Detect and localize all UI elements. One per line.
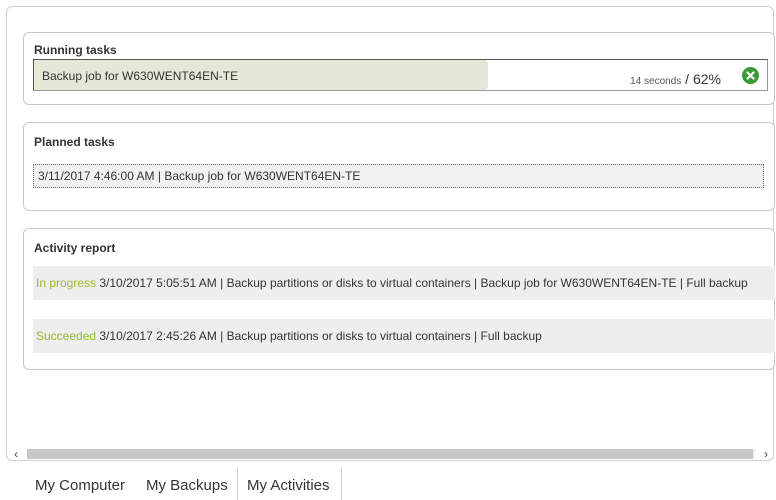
tab-my-backups[interactable]: My Backups (146, 468, 228, 500)
status-succeeded: Succeeded (36, 329, 97, 343)
activity-detail: 3/10/2017 5:05:51 AM | Backup partitions… (96, 276, 748, 290)
task-progress-bar: Backup job for W630WENT64EN-TE 14 second… (33, 59, 768, 91)
bottom-tab-bar: My Computer My Backups My Activities (0, 468, 776, 500)
horizontal-scrollbar[interactable]: ‹ › (7, 447, 775, 461)
running-tasks-panel: Running tasks Backup job for W630WENT64E… (23, 32, 775, 105)
activity-row[interactable]: In progress 3/10/2017 5:05:51 AM | Backu… (33, 266, 775, 300)
planned-tasks-panel: Planned tasks 3/11/2017 4:46:00 AM | Bac… (23, 122, 775, 211)
activity-detail: 3/10/2017 2:45:26 AM | Backup partitions… (96, 329, 542, 343)
activity-report-title: Activity report (34, 241, 116, 255)
activity-report-panel: Activity report In progress 3/10/2017 5:… (23, 228, 775, 370)
progress-status: 14 seconds / 62% (630, 71, 721, 87)
scroll-thumb[interactable] (27, 449, 753, 459)
scroll-track[interactable] (27, 449, 755, 459)
running-tasks-title: Running tasks (34, 43, 117, 57)
activity-row[interactable]: Succeeded 3/10/2017 2:45:26 AM | Backup … (33, 319, 775, 353)
status-in-progress: In progress (36, 276, 97, 290)
tab-my-computer[interactable]: My Computer (35, 468, 125, 500)
progress-separator: / (681, 71, 693, 87)
cancel-task-button[interactable] (742, 67, 759, 84)
running-job-label: Backup job for W630WENT64EN-TE (42, 69, 239, 83)
progress-percent: 62% (692, 71, 721, 87)
activities-container: Running tasks Backup job for W630WENT64E… (6, 6, 775, 461)
scroll-left-icon[interactable]: ‹ (10, 447, 22, 461)
close-circle-icon (746, 71, 755, 80)
scroll-right-icon[interactable]: › (760, 447, 772, 461)
planned-tasks-title: Planned tasks (34, 135, 115, 149)
elapsed-time: 14 seconds (630, 76, 682, 87)
planned-task-item[interactable]: 3/11/2017 4:46:00 AM | Backup job for W6… (33, 164, 764, 188)
tab-my-activities[interactable]: My Activities (237, 468, 342, 500)
